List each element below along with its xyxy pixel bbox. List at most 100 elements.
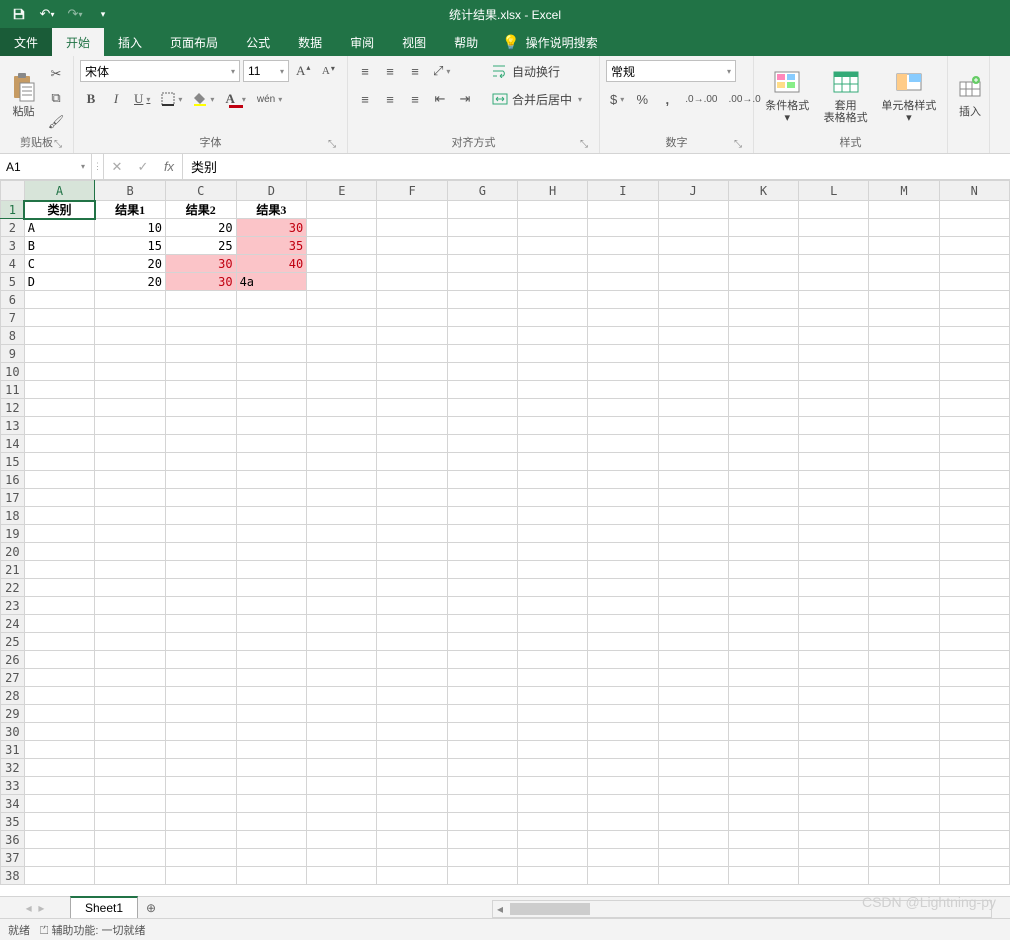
italic-button[interactable]: I: [105, 88, 127, 110]
cell[interactable]: [518, 525, 588, 543]
cell[interactable]: [869, 237, 939, 255]
cell[interactable]: [236, 813, 307, 831]
cell[interactable]: [728, 813, 798, 831]
cell[interactable]: [447, 525, 517, 543]
cell[interactable]: [24, 507, 95, 525]
cell[interactable]: [869, 669, 939, 687]
row-header[interactable]: 36: [1, 831, 25, 849]
cell[interactable]: [377, 849, 447, 867]
row-header[interactable]: 16: [1, 471, 25, 489]
save-icon[interactable]: [8, 3, 30, 25]
row-header[interactable]: 21: [1, 561, 25, 579]
tab-review[interactable]: 审阅: [336, 28, 388, 56]
cell[interactable]: [728, 309, 798, 327]
cell[interactable]: [377, 831, 447, 849]
cell[interactable]: [869, 615, 939, 633]
cell[interactable]: [518, 705, 588, 723]
cell[interactable]: [95, 453, 166, 471]
row-header[interactable]: 4: [1, 255, 25, 273]
cell[interactable]: [939, 777, 1009, 795]
wrap-text-button[interactable]: 自动换行: [486, 60, 588, 82]
cell[interactable]: [869, 525, 939, 543]
cell[interactable]: [447, 489, 517, 507]
cell[interactable]: B: [24, 237, 95, 255]
accounting-format-icon[interactable]: $▾: [606, 88, 628, 110]
cell[interactable]: [799, 813, 869, 831]
column-header[interactable]: D: [236, 181, 307, 201]
cell[interactable]: [728, 219, 798, 237]
cell[interactable]: [518, 561, 588, 579]
cell[interactable]: [165, 561, 236, 579]
cell[interactable]: [377, 597, 447, 615]
cell[interactable]: [165, 705, 236, 723]
cell[interactable]: [95, 615, 166, 633]
cell[interactable]: [447, 255, 517, 273]
cell[interactable]: [658, 291, 728, 309]
cell[interactable]: [307, 381, 377, 399]
cell[interactable]: [518, 615, 588, 633]
cell[interactable]: [869, 201, 939, 219]
cell[interactable]: [447, 831, 517, 849]
cell[interactable]: [728, 669, 798, 687]
cell[interactable]: [24, 327, 95, 345]
cell[interactable]: [518, 795, 588, 813]
cell[interactable]: [447, 633, 517, 651]
cell[interactable]: [728, 867, 798, 885]
cell[interactable]: [518, 579, 588, 597]
cell[interactable]: [24, 399, 95, 417]
cell[interactable]: [518, 417, 588, 435]
cell[interactable]: [588, 381, 658, 399]
cell[interactable]: 类别: [24, 201, 95, 219]
cell[interactable]: [307, 543, 377, 561]
cell[interactable]: [24, 615, 95, 633]
cell[interactable]: [447, 291, 517, 309]
cell[interactable]: [658, 849, 728, 867]
cell[interactable]: [307, 777, 377, 795]
cell[interactable]: [165, 453, 236, 471]
cell[interactable]: [588, 795, 658, 813]
cell[interactable]: [95, 741, 166, 759]
cell[interactable]: [588, 471, 658, 489]
cell[interactable]: [307, 237, 377, 255]
cell[interactable]: [236, 759, 307, 777]
cell[interactable]: [869, 597, 939, 615]
cell[interactable]: [307, 309, 377, 327]
cell[interactable]: [236, 669, 307, 687]
cell[interactable]: [939, 273, 1009, 291]
cell[interactable]: [165, 345, 236, 363]
cell[interactable]: [95, 813, 166, 831]
cell[interactable]: [939, 615, 1009, 633]
cell[interactable]: [377, 687, 447, 705]
row-header[interactable]: 30: [1, 723, 25, 741]
cell[interactable]: [939, 489, 1009, 507]
cell[interactable]: [728, 651, 798, 669]
cell[interactable]: [518, 759, 588, 777]
cell[interactable]: [518, 831, 588, 849]
row-header[interactable]: 29: [1, 705, 25, 723]
select-all-corner[interactable]: [1, 181, 25, 201]
cell[interactable]: [658, 813, 728, 831]
cell[interactable]: [588, 669, 658, 687]
cell[interactable]: [24, 309, 95, 327]
cell[interactable]: 30: [236, 219, 307, 237]
row-header[interactable]: 24: [1, 615, 25, 633]
cell[interactable]: 30: [165, 273, 236, 291]
cell[interactable]: [658, 579, 728, 597]
cell[interactable]: [518, 849, 588, 867]
cell[interactable]: [518, 345, 588, 363]
cell[interactable]: [307, 435, 377, 453]
cell[interactable]: [307, 651, 377, 669]
cell[interactable]: [24, 435, 95, 453]
cell[interactable]: [447, 741, 517, 759]
cell[interactable]: [236, 633, 307, 651]
cell[interactable]: [518, 381, 588, 399]
cell[interactable]: [518, 651, 588, 669]
cell[interactable]: [939, 399, 1009, 417]
cell[interactable]: [658, 399, 728, 417]
cell[interactable]: [95, 597, 166, 615]
cell[interactable]: [24, 813, 95, 831]
cell[interactable]: [24, 687, 95, 705]
cell[interactable]: [24, 417, 95, 435]
cell[interactable]: C: [24, 255, 95, 273]
cell[interactable]: [307, 327, 377, 345]
